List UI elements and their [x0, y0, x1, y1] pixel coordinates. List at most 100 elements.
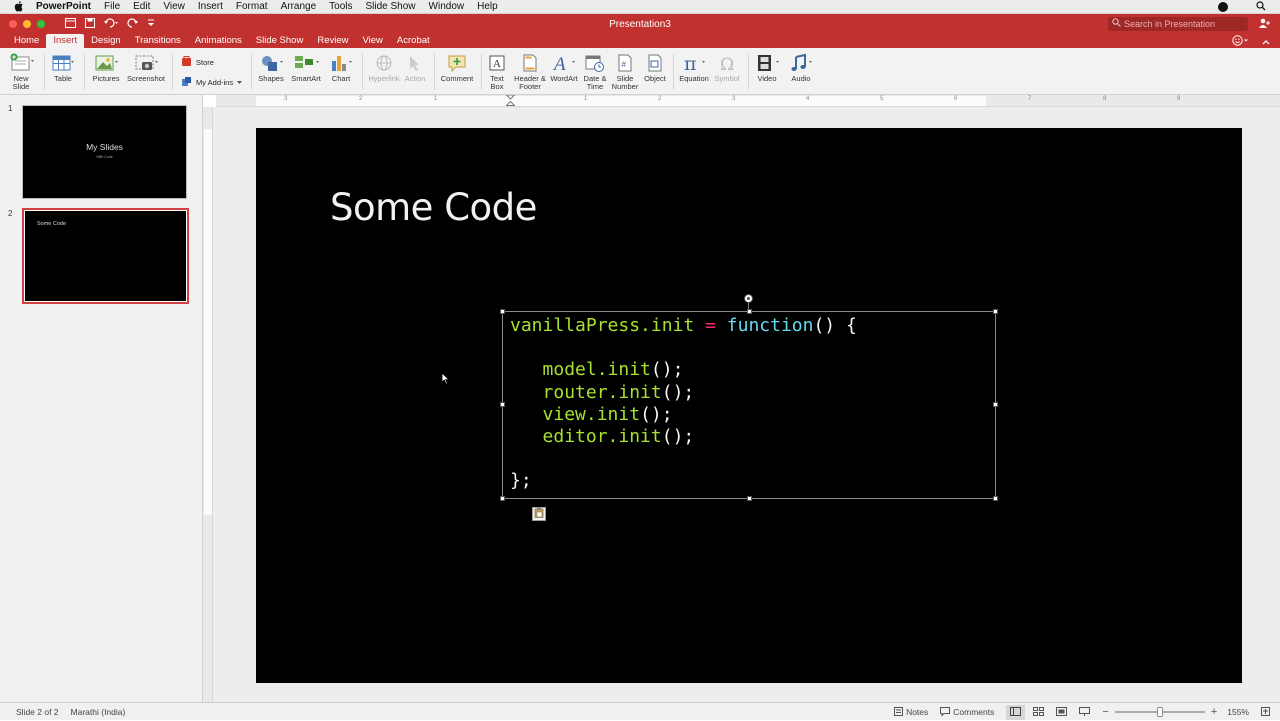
comment-button[interactable]: Comment — [439, 52, 475, 83]
equation-button[interactable]: π Equation — [676, 52, 712, 83]
symbol-button[interactable]: Ω Symbol — [712, 52, 742, 83]
tab-design[interactable]: Design — [84, 34, 128, 48]
share-person-icon[interactable] — [1258, 18, 1270, 32]
tab-home[interactable]: Home — [7, 34, 46, 48]
normal-view-button[interactable] — [1006, 704, 1026, 720]
wordart-button[interactable]: A WordArt — [548, 52, 580, 83]
my-addins-button[interactable]: My Add-ins — [181, 76, 243, 89]
slide-canvas[interactable]: Some Code vanillaPress.init = function()… — [256, 128, 1242, 683]
comment-label: Comment — [440, 74, 474, 83]
screenshot-button[interactable]: Screenshot — [124, 52, 168, 83]
ruler-number: 1 — [434, 96, 438, 102]
vertical-ruler[interactable] — [203, 107, 213, 702]
slide-sorter-button[interactable] — [1033, 706, 1045, 718]
redo-icon[interactable] — [127, 17, 138, 31]
table-button[interactable]: Table — [49, 52, 77, 83]
code-close: }; — [510, 470, 532, 492]
menu-tools[interactable]: Tools — [329, 0, 352, 14]
slide-thumbnail-1[interactable]: My Slides With Code — [22, 105, 187, 199]
feedback-smiley-icon[interactable] — [1232, 35, 1248, 49]
header-footer-button[interactable]: Header & Footer — [512, 52, 548, 91]
menu-file[interactable]: File — [104, 0, 120, 14]
menu-slide-show[interactable]: Slide Show — [366, 0, 416, 14]
resize-handle-bottom-left[interactable] — [500, 496, 505, 501]
tab-acrobat[interactable]: Acrobat — [390, 34, 437, 48]
hyperlink-button[interactable]: Hyperlink — [366, 52, 402, 83]
hyperlink-icon — [373, 52, 395, 74]
slide-show-button[interactable] — [1079, 706, 1091, 718]
pictures-button[interactable]: Pictures — [90, 52, 122, 83]
tab-transitions[interactable]: Transitions — [128, 34, 188, 48]
zoom-level[interactable]: 155% — [1227, 707, 1249, 717]
audio-button[interactable]: Audio — [786, 52, 816, 83]
code-punctuation: (); — [650, 359, 684, 381]
fit-to-window-button[interactable] — [1261, 706, 1270, 718]
tab-insert[interactable]: Insert — [46, 34, 85, 48]
zoom-slider-knob[interactable] — [1156, 707, 1163, 717]
resize-handle-right[interactable] — [993, 402, 998, 407]
slide-thumbnail-2[interactable]: Some Code — [22, 208, 189, 304]
zoom-in-button[interactable]: + — [1211, 706, 1217, 718]
resize-handle-bottom[interactable] — [747, 496, 752, 501]
horizontal-ruler[interactable]: 3 2 1 1 2 3 4 5 6 7 8 9 — [216, 94, 1280, 107]
menu-app-name[interactable]: PowerPoint — [36, 0, 91, 14]
chart-button[interactable]: Chart — [326, 52, 356, 83]
resize-handle-bottom-right[interactable] — [993, 496, 998, 501]
ruler-text-area — [204, 129, 212, 515]
smartart-button[interactable]: SmartArt — [288, 52, 324, 83]
comments-icon — [940, 706, 951, 718]
save-icon[interactable] — [85, 17, 95, 31]
date-time-button[interactable]: Date & Time — [582, 52, 608, 91]
collapse-ribbon-icon[interactable] — [1262, 37, 1270, 48]
zoom-out-button[interactable]: − — [1102, 706, 1108, 718]
tab-slide-show[interactable]: Slide Show — [249, 34, 311, 48]
tab-review[interactable]: Review — [310, 34, 355, 48]
action-button[interactable]: Action — [402, 52, 428, 83]
comments-button[interactable]: Comments — [940, 706, 994, 718]
siri-icon[interactable] — [1218, 2, 1228, 12]
undo-icon[interactable] — [104, 17, 118, 31]
search-box[interactable] — [1108, 17, 1248, 31]
object-button[interactable]: Object — [641, 52, 669, 83]
pictures-icon — [93, 52, 119, 74]
paste-options-button[interactable] — [532, 507, 546, 521]
zoom-window-button[interactable] — [37, 20, 45, 28]
language-indicator[interactable]: Marathi (India) — [71, 707, 126, 717]
home-view-icon[interactable] — [65, 17, 76, 31]
video-button[interactable]: Video — [752, 52, 782, 83]
menu-insert[interactable]: Insert — [198, 0, 223, 14]
tab-view[interactable]: View — [355, 34, 389, 48]
spotlight-icon[interactable] — [1256, 0, 1266, 14]
menu-view[interactable]: View — [163, 0, 185, 14]
resize-handle-left[interactable] — [500, 402, 505, 407]
tab-animations[interactable]: Animations — [188, 34, 249, 48]
resize-handle-top-right[interactable] — [993, 309, 998, 314]
menu-help[interactable]: Help — [477, 0, 498, 14]
customize-toolbar-icon[interactable] — [147, 18, 155, 31]
text-box-button[interactable]: A Text Box — [484, 52, 510, 91]
menu-format[interactable]: Format — [236, 0, 268, 14]
resize-handle-top[interactable] — [747, 309, 752, 314]
resize-handle-top-left[interactable] — [500, 309, 505, 314]
mouse-pointer-icon — [441, 372, 450, 388]
header-footer-label: Header & Footer — [514, 74, 546, 91]
notes-label: Notes — [906, 707, 929, 717]
search-input[interactable] — [1124, 19, 1244, 29]
shapes-button[interactable]: Shapes — [256, 52, 286, 83]
code-keyword: function — [726, 315, 814, 336]
reading-view-button[interactable] — [1056, 706, 1068, 718]
notes-button[interactable]: Notes — [894, 706, 929, 718]
new-slide-button[interactable]: New Slide — [6, 52, 36, 91]
apple-icon[interactable] — [12, 0, 26, 14]
minimize-window-button[interactable] — [23, 20, 31, 28]
menu-window[interactable]: Window — [429, 0, 465, 14]
store-button[interactable]: Store — [181, 56, 214, 69]
slide-number-button[interactable]: # Slide Number — [610, 52, 640, 91]
slide-title[interactable]: Some Code — [330, 186, 537, 229]
zoom-slider[interactable] — [1114, 707, 1205, 717]
menu-edit[interactable]: Edit — [133, 0, 150, 14]
rotate-handle[interactable] — [744, 294, 753, 303]
close-window-button[interactable] — [9, 20, 17, 28]
menu-arrange[interactable]: Arrange — [281, 0, 317, 14]
code-text-box[interactable]: vanillaPress.init = function() { model.i… — [500, 294, 998, 521]
